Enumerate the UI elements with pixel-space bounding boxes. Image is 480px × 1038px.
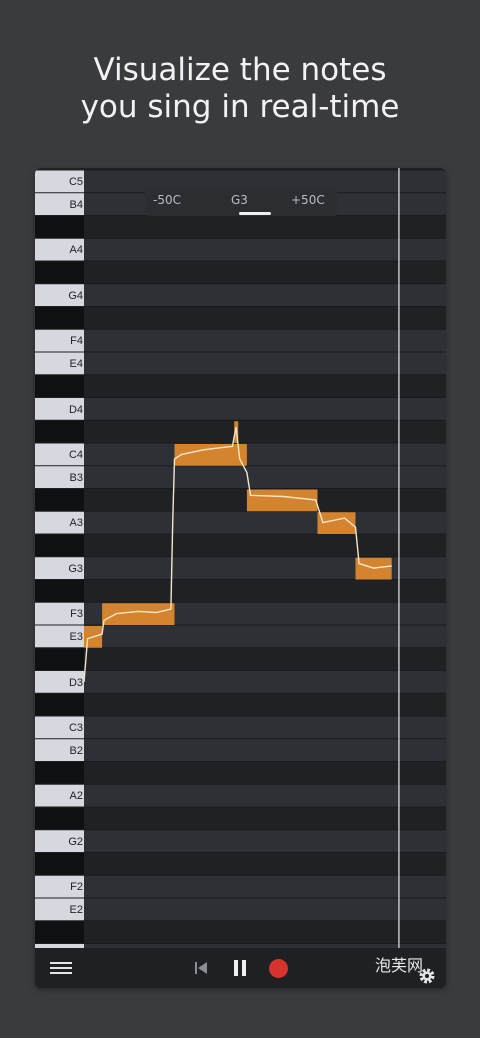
piano-key[interactable] <box>35 648 84 670</box>
piano-key[interactable] <box>35 489 84 511</box>
hamburger-menu-icon[interactable] <box>49 948 73 988</box>
lane-row <box>84 352 446 375</box>
lane-row <box>84 738 446 762</box>
key-label: D4 <box>68 403 83 416</box>
tuner-note-label: G3 <box>231 193 248 207</box>
lane-row <box>84 852 446 876</box>
watermark-text: 泡芙网 <box>375 956 424 975</box>
lane-row <box>84 511 446 534</box>
key-label: A3 <box>69 517 83 530</box>
lane-row <box>84 920 446 944</box>
key-label: F2 <box>70 881 83 894</box>
key-label: D3 <box>68 676 83 689</box>
skip-back-icon[interactable] <box>191 948 211 988</box>
lane-row <box>84 534 446 557</box>
piano-key[interactable] <box>35 216 84 238</box>
key-label: G2 <box>68 835 83 848</box>
piano-key[interactable] <box>35 762 84 784</box>
lane-row <box>84 875 446 898</box>
piano-key[interactable] <box>35 375 84 397</box>
piano-key[interactable] <box>35 580 84 602</box>
piano-key[interactable] <box>35 921 84 943</box>
lane-row <box>84 397 446 421</box>
key-label: E4 <box>69 358 83 370</box>
lane-row <box>84 647 446 671</box>
tuner-minus-label: -50C <box>153 193 181 207</box>
piano-roll[interactable]: C5 B4 A4 G4 F4 E4 D4 C4 B3 A3 G3 F3 E3 D3 C3 B2 A2 G2 F2 E2… <box>35 168 446 962</box>
key-label: A4 <box>69 244 83 257</box>
headline: Visualize the notes you sing in real-tim… <box>0 52 480 126</box>
key-label: G4 <box>68 289 83 302</box>
key-label: C4 <box>68 449 83 461</box>
key-label: C5 <box>68 176 83 188</box>
lane-row <box>84 716 446 739</box>
app-window: C5 B4 A4 G4 F4 E4 D4 C4 B3 A3 G3 F3 E3 D3 C3 B2 A2 G2 F2 E2… <box>35 168 446 988</box>
piano-key[interactable] <box>35 261 84 284</box>
tuner-plus-label: +50C <box>291 193 325 207</box>
lane-row <box>84 215 446 239</box>
piano-key[interactable] <box>35 534 84 557</box>
lane-row <box>84 374 446 398</box>
lane-row <box>84 579 446 603</box>
lane-row <box>84 670 446 694</box>
lane-row <box>84 306 446 330</box>
lane-row <box>84 238 446 261</box>
key-label: B4 <box>69 198 83 211</box>
lane-row <box>84 443 446 466</box>
lane-row <box>84 329 446 352</box>
lane-row <box>84 898 446 921</box>
lane-row <box>84 625 446 648</box>
key-label: B3 <box>69 471 83 484</box>
record-icon[interactable] <box>267 948 289 988</box>
lane-row <box>84 693 446 716</box>
key-label: C3 <box>68 722 83 734</box>
tuner-needle <box>239 212 271 215</box>
lane-row <box>84 465 446 489</box>
lane-row <box>84 829 446 853</box>
bottom-toolbar: 泡芙网 <box>35 948 446 988</box>
key-label: G3 <box>68 562 83 575</box>
key-label: A2 <box>69 790 83 803</box>
piano-key[interactable] <box>35 307 84 329</box>
lane-row <box>84 420 446 443</box>
key-label: E3 <box>69 631 83 643</box>
key-label: F3 <box>70 608 83 621</box>
headline-line-2: you sing in real-time <box>80 89 400 125</box>
key-label: B2 <box>69 744 83 757</box>
piano-key[interactable] <box>35 853 84 875</box>
lane-row <box>84 283 446 307</box>
tuner-panel: -50C G3 +50C <box>145 188 337 216</box>
piano-roll-canvas <box>35 168 446 948</box>
piano-key[interactable] <box>35 693 84 716</box>
piano-key[interactable] <box>35 420 84 443</box>
detected-note-block <box>102 603 175 625</box>
lane-row <box>84 784 446 807</box>
headline-line-1: Visualize the notes <box>93 52 387 88</box>
key-label: F4 <box>70 335 83 348</box>
lane-row <box>84 761 446 785</box>
detected-note-block <box>246 489 318 512</box>
key-label: E2 <box>69 904 83 916</box>
pause-icon[interactable] <box>230 948 250 988</box>
lane-row <box>84 261 446 284</box>
lane-row <box>84 807 446 830</box>
piano-key[interactable] <box>35 807 84 830</box>
detected-note-block <box>174 444 247 466</box>
